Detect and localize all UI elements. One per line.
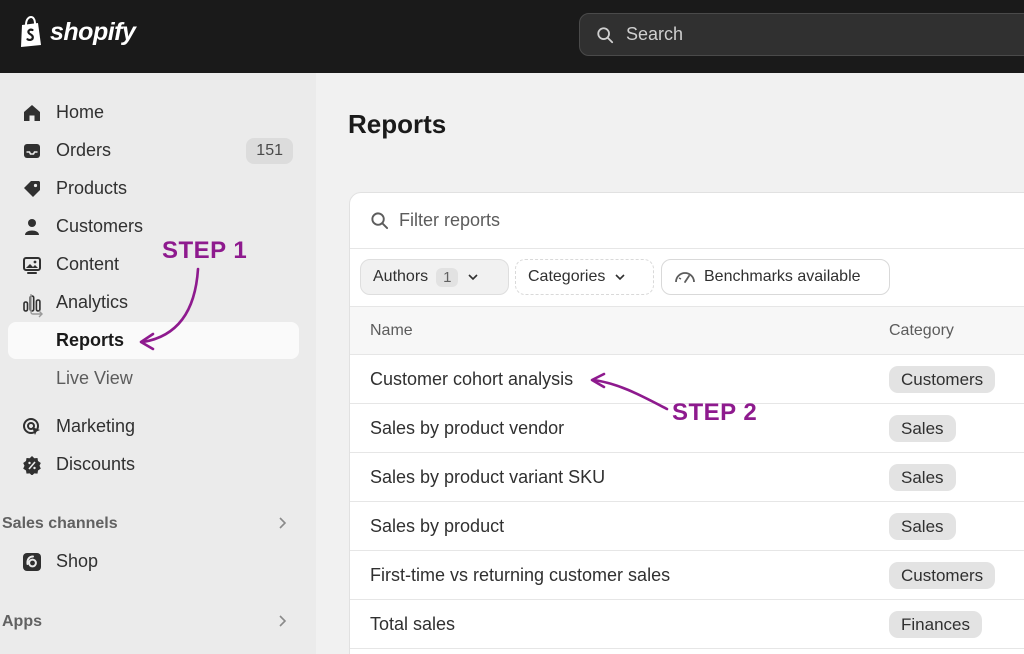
section-label: Sales channels [2, 515, 118, 532]
sidebar-item-products[interactable]: Products [8, 170, 299, 207]
sidebar-item-content[interactable]: Content [8, 246, 299, 283]
categories-filter-chip[interactable]: Categories [515, 259, 654, 295]
benchmarks-filter-chip[interactable]: Benchmarks available [661, 259, 890, 295]
shopify-logo[interactable]: shopify [18, 16, 136, 48]
chip-label: Authors [373, 268, 429, 285]
report-name[interactable]: Customer cohort analysis [370, 369, 573, 390]
table-row[interactable]: Customer cohort analysis Customers [350, 355, 1024, 404]
home-icon [22, 103, 42, 123]
search-bar[interactable] [579, 13, 1024, 56]
sidebar-item-label: Live View [56, 368, 133, 388]
chevron-down-icon [615, 274, 625, 281]
step-1-annotation: STEP 1 [162, 237, 248, 264]
sidebar-item-home[interactable]: Home [8, 94, 299, 131]
category-badge: Sales [889, 415, 956, 442]
sidebar-item-label: Reports [56, 330, 125, 350]
category-badge: Customers [889, 366, 996, 393]
sidebar-item-label: Orders [56, 140, 112, 160]
table-row[interactable]: First-time vs returning customer sales C… [350, 551, 1024, 600]
category-badge: Customers [889, 562, 996, 589]
sidebar-item-label: Home [56, 102, 105, 122]
sidebar-item-live-view[interactable]: Live View [8, 360, 299, 397]
sidebar-item-label: Analytics [56, 292, 129, 312]
orders-count-badge: 151 [246, 138, 293, 164]
chevron-right-icon [279, 615, 287, 627]
content-icon [22, 255, 42, 275]
category-badge: Finances [889, 611, 982, 638]
sales-channels-header[interactable]: Sales channels [2, 512, 298, 536]
page-title: Reports [348, 109, 447, 139]
brand-name: shopify [50, 17, 136, 46]
sidebar-item-orders[interactable]: Orders 151 [8, 132, 299, 169]
column-header-name[interactable]: Name [370, 322, 413, 340]
shopify-bag-icon [21, 16, 41, 47]
shop-icon [22, 552, 42, 572]
sidebar-item-label: Content [56, 254, 120, 274]
sidebar-item-marketing[interactable]: Marketing [8, 408, 299, 445]
filter-reports-input[interactable] [399, 210, 799, 231]
chip-label: Benchmarks available [704, 268, 861, 285]
chevron-right-icon [279, 517, 287, 529]
report-name[interactable]: Total sales [370, 614, 455, 635]
column-header-category[interactable]: Category [889, 322, 954, 340]
table-row[interactable]: Total sales Finances [350, 600, 1024, 649]
sidebar: Home Orders 151 Products Customers Conte… [0, 73, 316, 654]
apps-header[interactable]: Apps [2, 610, 298, 634]
sidebar-item-shop[interactable]: Shop [8, 543, 299, 580]
report-name[interactable]: Sales by product [370, 516, 504, 537]
filter-bar[interactable] [350, 193, 1024, 249]
sidebar-item-label: Products [56, 178, 128, 198]
sidebar-item-label: Shop [56, 551, 99, 571]
table-row[interactable]: Sales by product variant SKU Sales [350, 453, 1024, 502]
sidebar-item-label: Marketing [56, 416, 136, 436]
top-bar: shopify [0, 0, 1024, 73]
chevron-down-icon [468, 274, 479, 281]
authors-filter-chip[interactable]: Authors 1 [360, 259, 509, 295]
orders-icon [22, 141, 42, 161]
discount-icon [22, 455, 42, 475]
category-badge: Sales [889, 464, 956, 491]
sidebar-item-customers[interactable]: Customers [8, 208, 299, 245]
sidebar-item-analytics[interactable]: Analytics [8, 284, 299, 321]
report-name[interactable]: Sales by product vendor [370, 418, 564, 439]
sidebar-item-reports[interactable]: Reports [8, 322, 299, 359]
sidebar-item-label: Discounts [56, 454, 136, 474]
chip-label: Categories [528, 268, 606, 285]
table-row[interactable]: Sales by product Sales [350, 502, 1024, 551]
filter-chips: Authors 1 Categories Benchmarks availabl… [350, 249, 1024, 307]
category-badge: Sales [889, 513, 956, 540]
chip-count: 1 [436, 267, 459, 287]
submenu-connector [30, 294, 43, 318]
person-icon [22, 217, 42, 237]
report-name[interactable]: Sales by product variant SKU [370, 467, 605, 488]
target-icon [22, 417, 42, 437]
search-icon [371, 212, 389, 230]
sidebar-item-discounts[interactable]: Discounts [8, 446, 299, 483]
search-icon [597, 26, 614, 43]
step-2-annotation: STEP 2 [672, 399, 758, 426]
search-input[interactable] [626, 24, 926, 45]
tag-icon [22, 179, 42, 199]
sidebar-item-label: Customers [56, 216, 144, 236]
table-header: Name Category [350, 307, 1024, 355]
report-name[interactable]: First-time vs returning customer sales [370, 565, 670, 586]
section-label: Apps [2, 613, 42, 630]
gauge-icon [675, 272, 695, 283]
